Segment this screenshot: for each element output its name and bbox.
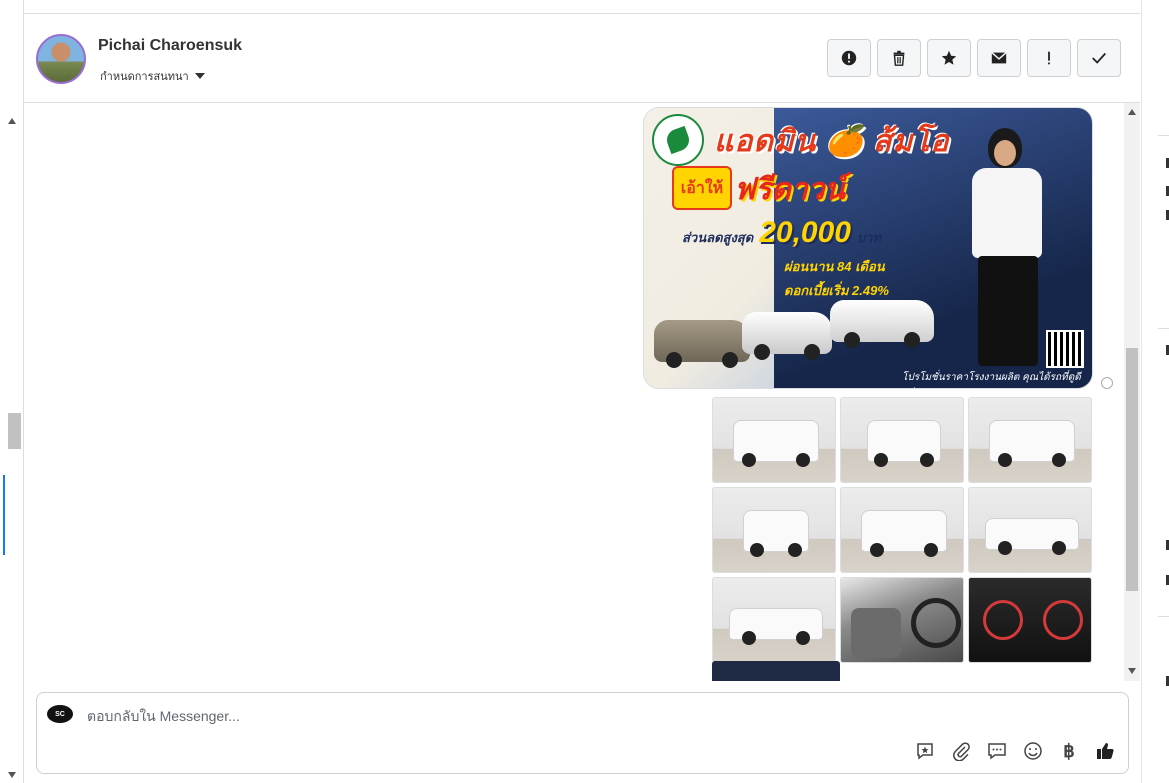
interior-photo[interactable] [840, 577, 964, 663]
top-strip [0, 0, 1140, 14]
star-icon [941, 50, 957, 65]
avatar[interactable] [36, 34, 86, 84]
discount-label: ส่วนลดสูงสุด [682, 230, 754, 245]
action-toolbar [827, 39, 1121, 77]
leaf-icon [663, 125, 693, 155]
status-label: กำหนดการสนทนา [100, 71, 189, 83]
reply-input[interactable] [85, 705, 889, 727]
attach-icon [953, 742, 970, 761]
follow-up-button[interactable] [1027, 39, 1071, 77]
active-indicator [3, 475, 5, 555]
truck-photo[interactable] [840, 397, 964, 483]
attach-button[interactable] [950, 740, 972, 762]
photo-grid [712, 397, 1092, 663]
scroll-down-arrow[interactable] [1128, 668, 1136, 674]
discount-amount: 20,000 [759, 216, 851, 249]
promo-car-pickup-cage [830, 300, 934, 348]
truck-photo[interactable] [712, 487, 836, 573]
seen-icon [1101, 377, 1113, 389]
truck-photo[interactable] [712, 397, 836, 483]
document-photo[interactable] [712, 661, 840, 681]
delete-button[interactable] [877, 39, 921, 77]
page-avatar: SC [47, 705, 73, 723]
mark-done-button[interactable] [1077, 39, 1121, 77]
truck-photo[interactable] [840, 487, 964, 573]
emoji-icon [1024, 742, 1042, 760]
promo-car-pickup [742, 312, 832, 360]
conversation-status-dropdown[interactable]: กำหนดการสนทนา [100, 67, 205, 85]
quick-reply-button[interactable] [986, 740, 1008, 762]
promo-title: แอดมิน 🍊 ส้มโอ [714, 125, 950, 158]
qr-code [1046, 330, 1084, 368]
like-button[interactable] [1094, 740, 1116, 762]
check-icon [1092, 52, 1106, 64]
thread-scrollbar[interactable] [1124, 103, 1140, 681]
reply-composer: SC ฿ [36, 692, 1129, 774]
left-scrollbar-thumb[interactable] [8, 413, 21, 449]
contact-name[interactable]: Pichai Charoensuk [98, 37, 242, 55]
conversation-header: Pichai Charoensuk กำหนดการสนทนา [24, 14, 1140, 103]
right-panel-edge [1141, 0, 1169, 783]
like-icon [1097, 743, 1114, 759]
truck-photo[interactable] [712, 577, 836, 663]
thread-scrollbar-thumb[interactable] [1126, 348, 1138, 591]
truck-photo[interactable] [968, 487, 1092, 573]
dealer-logo [652, 114, 704, 166]
dashboard-photo[interactable] [968, 577, 1092, 663]
promo-interest: ดอกเบี้ยเริ่ม 2.49% [784, 283, 889, 298]
baht-icon: ฿ [1063, 740, 1075, 761]
chat-bubbles-icon [988, 743, 1006, 760]
star-button[interactable] [927, 39, 971, 77]
discount-currency: บาท [856, 230, 882, 245]
caret-down-icon [194, 73, 205, 79]
promo-image-message[interactable]: แอดมิน 🍊 ส้มโอ เอ้าให้ ฟรีดาวน์ ส่วนลดสู… [643, 107, 1093, 389]
scroll-up-arrow[interactable] [8, 118, 16, 124]
promo-badge: เอ้าให้ [672, 166, 732, 210]
left-gutter [0, 0, 24, 783]
alert-circle-icon [841, 50, 857, 66]
promo-installment: ผ่อนนาน 84 เดือน [784, 259, 885, 274]
saved-reply-icon [917, 743, 933, 760]
promo-tagline: โปรโมชั่นราคาโรงงานผลิต คุณได้รถที่ดูดีก… [902, 372, 1081, 388]
envelope-icon [991, 52, 1007, 64]
promo-car-sedan [654, 320, 750, 368]
spam-button[interactable] [827, 39, 871, 77]
saved-reply-button[interactable] [914, 740, 936, 762]
promo-model [944, 118, 1062, 388]
emoji-button[interactable] [1022, 740, 1044, 762]
scroll-up-arrow[interactable] [1128, 109, 1136, 115]
message-thread: แอดมิน 🍊 ส้มโอ เอ้าให้ ฟรีดาวน์ ส่วนลดสู… [24, 103, 1124, 681]
promo-headline: ฟรีดาวน์ [734, 173, 846, 206]
composer-toolbar: ฿ [914, 740, 1116, 762]
truck-photo[interactable] [968, 397, 1092, 483]
exclamation-icon [1048, 51, 1050, 65]
trash-icon [893, 50, 905, 66]
mark-unread-button[interactable] [977, 39, 1021, 77]
scroll-down-arrow[interactable] [8, 772, 16, 778]
promo-discount: ส่วนลดสูงสุด 20,000 บาท [682, 216, 881, 250]
payment-button[interactable]: ฿ [1058, 740, 1080, 762]
